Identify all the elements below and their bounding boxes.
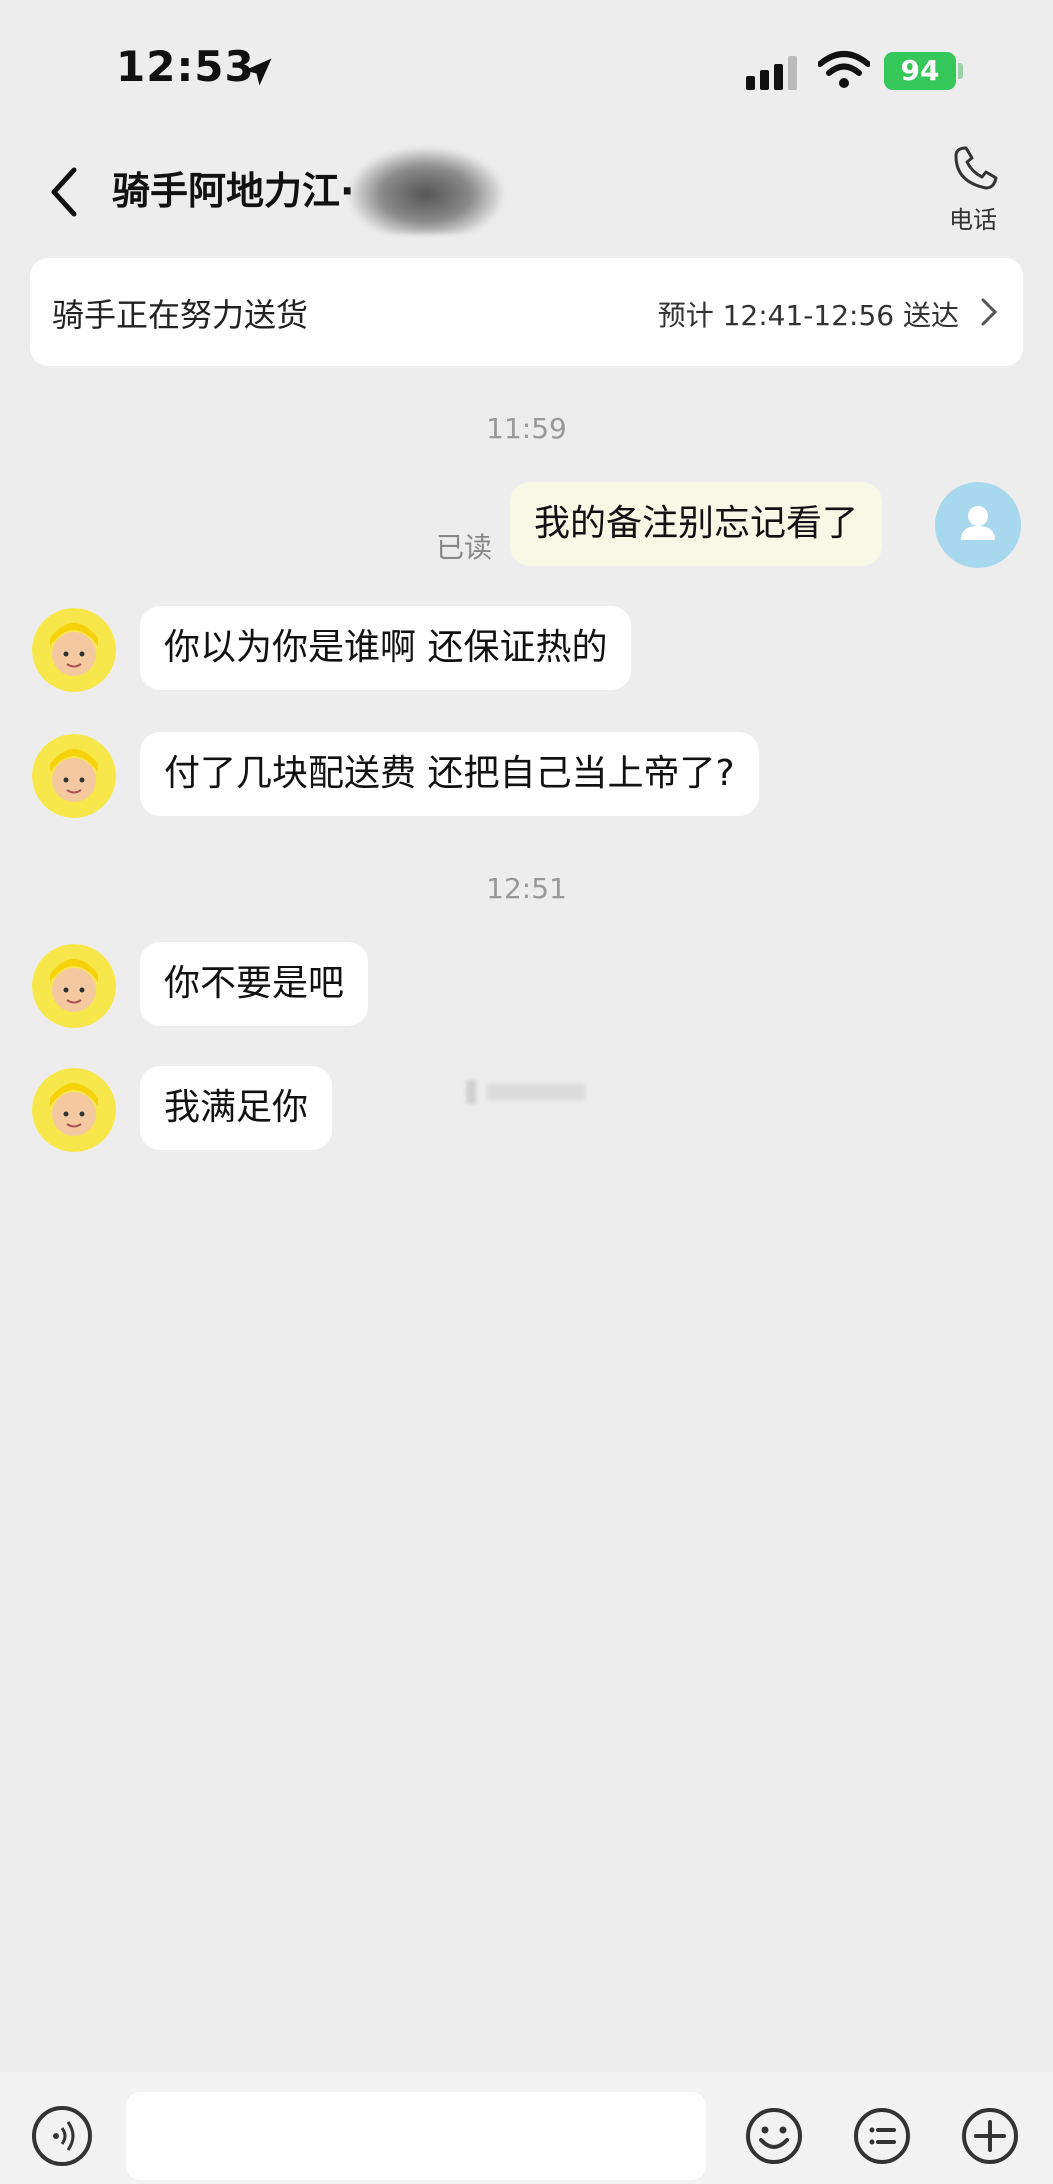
battery-level: 94	[900, 54, 940, 87]
read-receipt: 已读	[436, 531, 493, 564]
delivery-status-card[interactable]: 骑手正在努力送货 预计 12:41-12:56 送达	[30, 258, 1023, 366]
delivery-eta-text: 预计 12:41-12:56 送达	[657, 299, 959, 332]
rider-avatar[interactable]	[32, 608, 116, 692]
timestamp: 11:59	[486, 412, 567, 445]
rider-avatar[interactable]	[32, 1068, 116, 1152]
battery-indicator: 94	[884, 52, 956, 90]
redacted-name-blur	[346, 146, 506, 234]
chevron-right-icon	[981, 298, 998, 326]
chat-header: 骑手阿地力江· 电话	[0, 140, 1053, 260]
user-icon	[961, 506, 995, 540]
rider-message-bubble[interactable]: 你以为你是谁啊 还保证热的	[140, 606, 632, 690]
emoji-icon[interactable]	[744, 2106, 804, 2166]
rider-avatar[interactable]	[32, 734, 116, 818]
rider-message-bubble[interactable]: 我满足你	[140, 1066, 333, 1150]
plus-icon[interactable]	[960, 2106, 1020, 2166]
input-bar	[0, 2072, 1053, 2184]
watermark-ghost	[466, 1078, 590, 1106]
location-arrow-icon	[244, 58, 272, 86]
phone-call-button[interactable]: 电话	[930, 140, 1016, 240]
timestamp: 12:51	[486, 872, 567, 905]
phone-icon	[954, 146, 998, 190]
status-bar: 12:53 94	[0, 0, 1053, 140]
voice-input-button[interactable]	[32, 2106, 92, 2166]
rider-message-bubble[interactable]: 付了几块配送费 还把自己当上帝了?	[140, 732, 759, 816]
rider-message-bubble[interactable]: 你不要是吧	[140, 942, 369, 1026]
list-menu-icon[interactable]	[852, 2106, 912, 2166]
chat-title: 骑手阿地力江·	[112, 169, 355, 213]
chevron-left-icon[interactable]	[46, 162, 82, 222]
wifi-icon	[818, 51, 870, 88]
my-message-bubble[interactable]: 我的备注别忘记看了	[510, 482, 883, 566]
voice-icon	[53, 2121, 75, 2151]
message-input[interactable]	[126, 2092, 706, 2180]
battery-tip	[958, 63, 963, 79]
cellular-signal-icon	[746, 56, 797, 90]
phone-label: 电话	[949, 206, 997, 234]
delivery-status-text: 骑手正在努力送货	[52, 296, 309, 334]
status-time: 12:53	[116, 42, 255, 91]
my-avatar[interactable]	[935, 482, 1021, 568]
rider-avatar[interactable]	[32, 944, 116, 1028]
